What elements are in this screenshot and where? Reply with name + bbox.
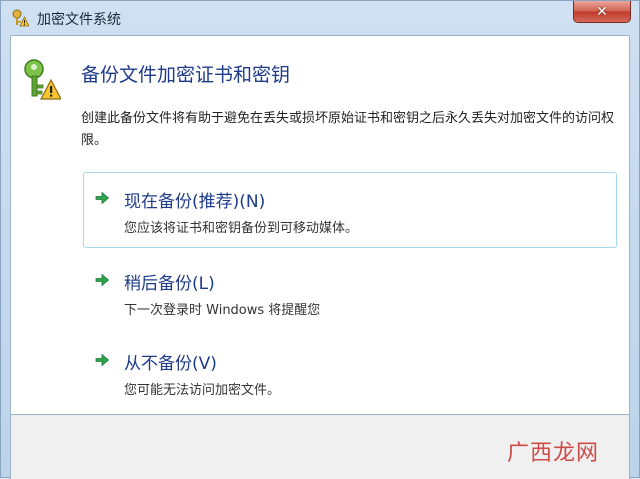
option-backup-later[interactable]: 稍后备份(L) 下一次登录时 Windows 将提醒您 — [83, 254, 617, 330]
key-warning-icon — [11, 9, 30, 27]
option-title: 从不备份(V) — [124, 354, 217, 374]
dialog-window: 加密文件系统 ✕ 备份文件加密证书和密钥 创建此备份文件将有助于避免在丢失或损坏… — [0, 0, 640, 479]
watermark-logo: 广西龙网 — [506, 441, 599, 466]
green-arrow-icon — [94, 190, 110, 206]
option-never-backup[interactable]: 从不备份(V) 您可能无法访问加密文件。 — [83, 334, 617, 410]
window-title: 加密文件系统 — [37, 12, 121, 28]
green-arrow-icon — [94, 352, 110, 368]
option-title: 现在备份(推荐)(N) — [124, 192, 266, 212]
key-warning-icon — [21, 58, 62, 100]
option-title: 稍后备份(L) — [124, 274, 215, 294]
dialog-description: 创建此备份文件将有助于避免在丢失或损坏原始证书和密钥之后永久丢失对加密文件的访问… — [81, 111, 615, 148]
close-button[interactable]: ✕ — [573, 1, 631, 23]
option-subtitle: 下一次登录时 Windows 将提醒您 — [124, 303, 321, 318]
option-subtitle: 您应该将证书和密钥备份到可移动媒体。 — [124, 221, 359, 236]
title-bar[interactable]: 加密文件系统 ✕ — [1, 1, 639, 35]
option-backup-now[interactable]: 现在备份(推荐)(N) 您应该将证书和密钥备份到可移动媒体。 — [83, 172, 617, 248]
close-icon: ✕ — [596, 3, 608, 20]
option-subtitle: 您可能无法访问加密文件。 — [124, 383, 281, 398]
dialog-content: 备份文件加密证书和密钥 创建此备份文件将有助于避免在丢失或损坏原始证书和密钥之后… — [10, 35, 630, 415]
dialog-footer: 广西龙网 — [10, 415, 630, 479]
green-arrow-icon — [94, 272, 110, 288]
dialog-heading: 备份文件加密证书和密钥 — [81, 64, 291, 86]
